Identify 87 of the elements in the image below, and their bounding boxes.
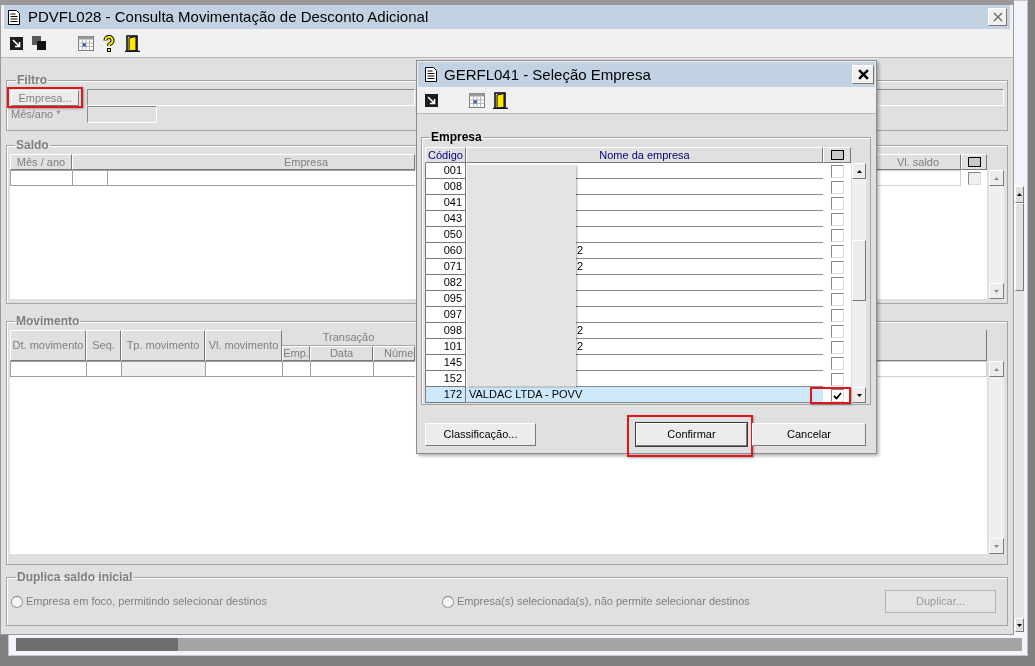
radio-label: Empresa(s) selecionada(s), não permite selecionar destinos — [457, 594, 750, 610]
select-all-button[interactable] — [823, 147, 851, 163]
table-cell[interactable] — [108, 170, 415, 186]
vertical-scrollbar[interactable] — [852, 163, 866, 403]
square-icon — [967, 157, 981, 167]
checkbox[interactable] — [830, 293, 844, 306]
arrow-box-icon[interactable] — [425, 93, 438, 107]
down-arrow-icon — [856, 393, 862, 397]
up-arrow-icon — [856, 169, 862, 173]
radio-label: Empresa em foco, permitindo selecionar destinos — [26, 594, 267, 610]
table-cell[interactable] — [311, 361, 374, 377]
group-title: Movimento — [15, 315, 81, 328]
company-field[interactable] — [87, 89, 415, 106]
table-cell[interactable] — [374, 361, 415, 377]
column-header: Tp. movimento — [121, 330, 205, 361]
group-title: Duplica saldo inicial — [16, 571, 134, 584]
down-arrow-icon — [1017, 623, 1022, 627]
checkbox[interactable] — [830, 213, 844, 226]
column-header[interactable]: Nome da empresa — [466, 147, 823, 163]
column-header: Vl. saldo — [875, 154, 961, 170]
window-title: GERFL041 - Seleção Empresa — [444, 65, 651, 84]
vertical-scrollbar[interactable] — [1015, 186, 1024, 632]
checkbox[interactable] — [830, 181, 844, 194]
group-title: Filtro — [16, 74, 48, 87]
checkbox[interactable] — [830, 229, 844, 242]
checkbox[interactable] — [830, 373, 844, 386]
checkbox[interactable] — [830, 277, 844, 290]
down-arrow-icon — [994, 544, 999, 548]
checkbox[interactable] — [830, 245, 844, 258]
column-header: Data — [310, 346, 373, 361]
square-icon — [830, 150, 844, 160]
column-header[interactable]: Código — [425, 147, 466, 163]
table-cell[interactable] — [875, 361, 987, 377]
checkbox[interactable] — [830, 325, 844, 338]
checkbox[interactable] — [830, 197, 844, 210]
column-header: Emp. — [282, 346, 310, 361]
up-arrow-icon — [1017, 193, 1022, 196]
checkmark-icon — [832, 391, 842, 400]
checkbox[interactable] — [830, 261, 844, 274]
column-header: Núme — [373, 346, 415, 361]
column-header: Dt. movimento — [10, 330, 86, 361]
dialog-button[interactable]: Classificação... — [425, 423, 536, 446]
up-arrow-icon — [994, 176, 999, 180]
close-icon — [992, 12, 1003, 22]
close-button[interactable] — [852, 65, 874, 84]
grid-icon[interactable] — [469, 92, 485, 108]
dialog-button[interactable]: Confirmar — [636, 423, 747, 446]
scroll-up-button[interactable] — [852, 163, 866, 179]
column-header: Mês / ano — [10, 154, 72, 170]
close-icon — [857, 69, 869, 80]
table-cell[interactable] — [122, 361, 206, 377]
document-icon — [425, 67, 437, 82]
group-title: Empresa — [430, 131, 483, 144]
select-all-button[interactable] — [961, 154, 987, 170]
scroll-down-button[interactable] — [852, 387, 866, 403]
month-year-field[interactable] — [87, 106, 157, 123]
table-cell[interactable] — [73, 170, 108, 186]
table-cell[interactable] — [10, 361, 87, 377]
down-arrow-icon — [994, 289, 999, 293]
table-cell[interactable] — [206, 361, 283, 377]
checkbox[interactable] — [830, 357, 844, 370]
company-field[interactable] — [875, 89, 1004, 106]
up-arrow-icon — [994, 367, 999, 371]
document-icon — [8, 9, 20, 25]
horizontal-scrollbar[interactable] — [16, 638, 1022, 651]
table-cell[interactable] — [283, 361, 311, 377]
table-cell: 172 — [425, 387, 466, 403]
column-group-header: Transação — [282, 330, 415, 346]
scrollbar-thumb[interactable] — [1015, 203, 1024, 291]
table-cell[interactable] — [10, 170, 73, 186]
checkbox[interactable] — [830, 165, 844, 178]
scroll-down-button[interactable] — [1015, 618, 1024, 632]
scrollbar-thumb[interactable] — [852, 240, 866, 301]
checkbox[interactable] — [830, 341, 844, 354]
table-row[interactable]: 172 VALDAC LTDA - POVV — [425, 387, 851, 403]
door-icon[interactable] — [493, 91, 508, 109]
column-header: Seq. — [86, 330, 121, 361]
checkbox[interactable] — [830, 309, 844, 322]
column-header: Vl. movimento — [205, 330, 282, 361]
scroll-up-button[interactable] — [1015, 186, 1024, 203]
group-title: Saldo — [15, 139, 50, 152]
checkbox[interactable] — [830, 389, 844, 402]
window-title: PDVFL028 - Consulta Movimentação de Desconto Adicional — [28, 8, 429, 26]
scrollbar-thumb[interactable] — [16, 638, 178, 651]
column-header: Empresa — [72, 154, 415, 170]
dialog-button[interactable]: Cancelar — [752, 423, 866, 446]
month-year-label: Mês/ano * — [11, 108, 62, 121]
